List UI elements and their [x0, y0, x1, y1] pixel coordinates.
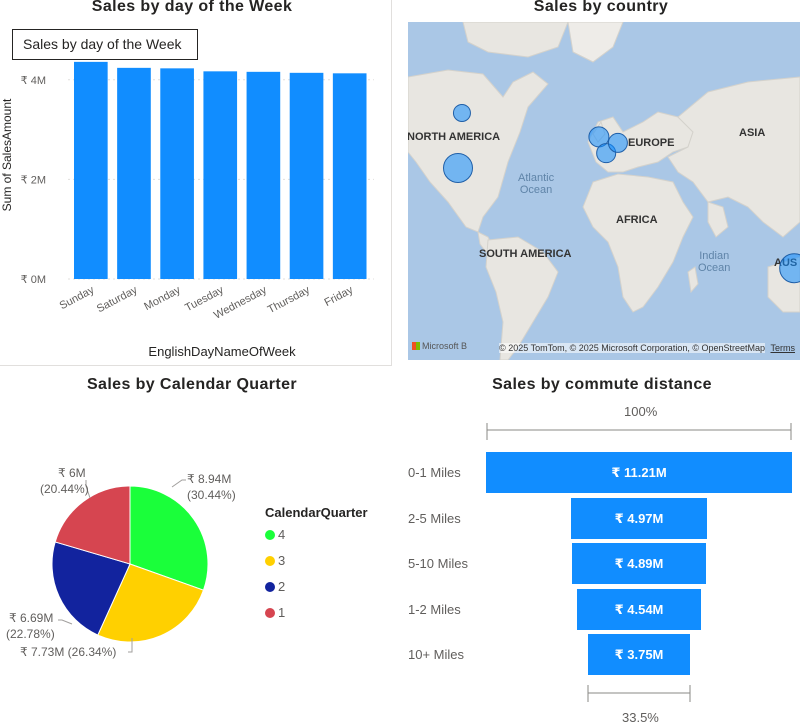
funnel-bottom-percent: 33.5% — [622, 710, 659, 725]
map-label-atlantic: Atlantic Ocean — [518, 172, 555, 196]
pie-leader-line — [58, 619, 73, 625]
bar-monday — [160, 68, 194, 279]
funnel-category-label: 2-5 Miles — [408, 510, 461, 526]
funnel-category-label: 10+ Miles — [408, 647, 464, 662]
bar-saturday — [117, 67, 151, 280]
pie-data-label: ₹ 6M — [58, 466, 86, 480]
map-bubble-united-states[interactable] — [443, 153, 473, 183]
map-label-south-america: SOUTH AMERICA — [479, 248, 572, 260]
map-attribution[interactable]: © 2025 TomTom, © 2025 Microsoft Corporat… — [499, 343, 765, 353]
bar-wednesday — [246, 71, 281, 279]
map-bubble-australia[interactable] — [779, 253, 800, 283]
pie-data-percent: (20.44%) — [40, 482, 89, 496]
map-label-asia: ASIA — [739, 127, 766, 139]
funnel-bar-2-5-miles[interactable]: ₹ 4.97M — [571, 497, 707, 539]
legend-item-q3[interactable]: 3 — [265, 553, 285, 568]
bar-chart-visual[interactable]: Sales by day of the Week Sales by day of… — [0, 0, 392, 366]
bar-tuesday — [203, 71, 238, 279]
pie-chart-svg: ₹ 8.94M (30.44%) ₹ 7.73M (26.34%) ₹ 6.69M (2… — [6, 466, 236, 659]
map-title: Sales by country — [533, 0, 669, 15]
bar-thursday — [289, 72, 324, 279]
x-tick-label: Thursday — [266, 284, 313, 316]
y-tick-label: ₹ 0M — [21, 274, 46, 286]
legend-item-q4[interactable]: 4 — [265, 527, 285, 542]
funnel-category-label: 0-1 Miles — [408, 465, 461, 480]
legend-dot-icon — [265, 582, 275, 592]
legend-label: 2 — [278, 579, 286, 594]
pie-data-percent: (30.44%) — [187, 488, 236, 502]
legend-label: 3 — [278, 553, 286, 568]
map-visual[interactable]: Sales by country NORTH AMERICA EUROPE AS… — [393, 0, 802, 366]
legend-dot-icon — [265, 556, 275, 566]
funnel-visual[interactable]: Sales by commute distance 100% ₹ 11.21M 0… — [392, 366, 802, 726]
pie-legend-title: CalendarQuarter — [265, 505, 368, 520]
y-tick-label: ₹ 4M — [21, 75, 46, 87]
legend-item-q1[interactable]: 1 — [265, 605, 285, 620]
x-tick-label: Monday — [142, 284, 183, 313]
y-axis-label: Sum of SalesAmount — [0, 98, 14, 211]
pie-leader-line — [171, 479, 186, 488]
legend-label: 4 — [278, 527, 286, 542]
funnel-bar-1-2-miles[interactable]: ₹ 4.54M — [577, 588, 701, 630]
funnel-category-label: 1-2 Miles — [408, 601, 461, 617]
microsoft-logo: Microsoft B — [412, 341, 467, 351]
funnel-bar-5-10-miles[interactable]: ₹ 4.89M — [572, 543, 706, 584]
map-terms-link[interactable]: Terms — [771, 343, 796, 353]
funnel-category-label: 5-10 Miles — [408, 556, 468, 571]
bar-chart-svg: ₹ 0M ₹ 2M ₹ 4M Sum of SalesAmount EnglishDay… — [0, 61, 374, 359]
funnel-bar-0-1-miles[interactable]: ₹ 11.21M — [486, 452, 792, 493]
legend-dot-icon — [265, 608, 275, 618]
pie-data-label: ₹ 8.94M — [187, 472, 231, 486]
map-label-africa: AFRICA — [616, 214, 658, 226]
pie-data-percent: (22.78%) — [6, 627, 55, 641]
y-tick-label: ₹ 2M — [21, 174, 46, 186]
map-label-europe: EUROPE — [628, 137, 675, 149]
bar-friday — [332, 73, 367, 280]
map-label-indian: Indian Ocean — [698, 250, 731, 274]
bar-sunday — [74, 61, 108, 279]
x-tick-label: Saturday — [95, 284, 140, 315]
legend-item-q2[interactable]: 2 — [265, 579, 285, 594]
pie-data-label: ₹ 6.69M — [9, 611, 53, 625]
legend-dot-icon — [265, 530, 275, 540]
map-canvas[interactable]: NORTH AMERICA EUROPE ASIA AFRICA SOUTH A… — [408, 22, 800, 360]
map-land — [408, 22, 800, 360]
pie-data-label: ₹ 7.73M (26.34%) — [20, 645, 116, 659]
funnel-bar-10-miles[interactable]: ₹ 3.75M — [587, 634, 691, 675]
x-tick-label: Sunday — [58, 284, 97, 312]
x-axis-label: EnglishDayNameOfWeek — [148, 344, 296, 359]
map-label-north-america: NORTH AMERICA — [408, 131, 501, 143]
x-tick-label: Friday — [322, 284, 355, 309]
legend-label: 1 — [278, 605, 286, 620]
pie-chart-visual[interactable]: Sales by Calendar Quarter ₹ 8.94M (30.44%… — [0, 366, 392, 726]
